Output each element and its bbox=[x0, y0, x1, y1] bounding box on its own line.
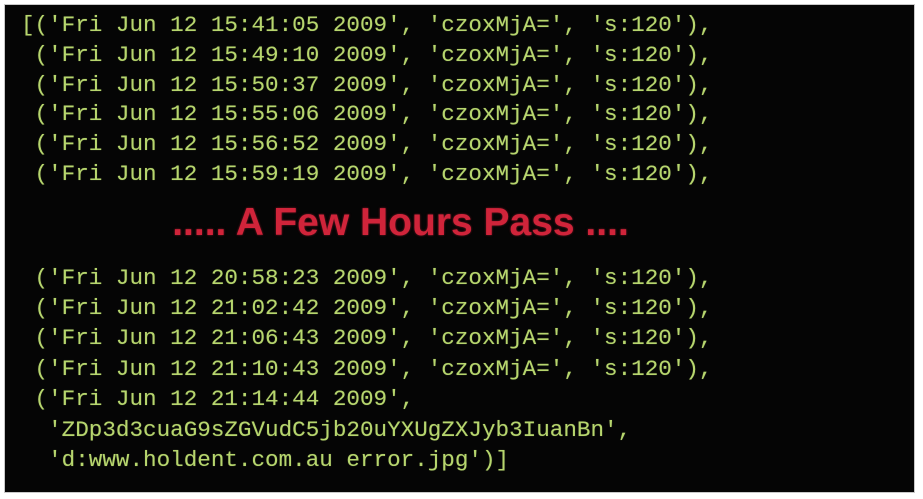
screenshot-frame: [('Fri Jun 12 15:41:05 2009', 'czoxMjA='… bbox=[4, 4, 915, 493]
code-line: ('Fri Jun 12 20:58:23 2009', 'czoxMjA=',… bbox=[21, 265, 713, 291]
code-line: ('Fri Jun 12 21:06:43 2009', 'czoxMjA=',… bbox=[21, 325, 713, 351]
code-line: 'ZDp3d3cuaG9sZGVudC5jb20uYXUgZXJyb3IuanB… bbox=[21, 417, 632, 443]
code-line: [('Fri Jun 12 15:41:05 2009', 'czoxMjA='… bbox=[21, 12, 713, 38]
time-gap-banner: ..... A Few Hours Pass .... bbox=[172, 201, 629, 244]
code-line: ('Fri Jun 12 15:50:37 2009', 'czoxMjA=',… bbox=[21, 72, 713, 98]
code-line: ('Fri Jun 12 15:56:52 2009', 'czoxMjA=',… bbox=[21, 131, 713, 157]
code-line: ('Fri Jun 12 21:02:42 2009', 'czoxMjA=',… bbox=[21, 295, 713, 321]
code-line: ('Fri Jun 12 21:14:44 2009', bbox=[21, 386, 415, 412]
code-line: ('Fri Jun 12 15:49:10 2009', 'czoxMjA=',… bbox=[21, 42, 713, 68]
code-line: ('Fri Jun 12 21:10:43 2009', 'czoxMjA=',… bbox=[21, 356, 713, 382]
code-line: 'd:www.holdent.com.au error.jpg')] bbox=[21, 447, 510, 473]
code-line: ('Fri Jun 12 15:59:19 2009', 'czoxMjA=',… bbox=[21, 161, 713, 187]
terminal-output: [('Fri Jun 12 15:41:05 2009', 'czoxMjA='… bbox=[5, 5, 914, 492]
code-line: ('Fri Jun 12 15:55:06 2009', 'czoxMjA=',… bbox=[21, 101, 713, 127]
